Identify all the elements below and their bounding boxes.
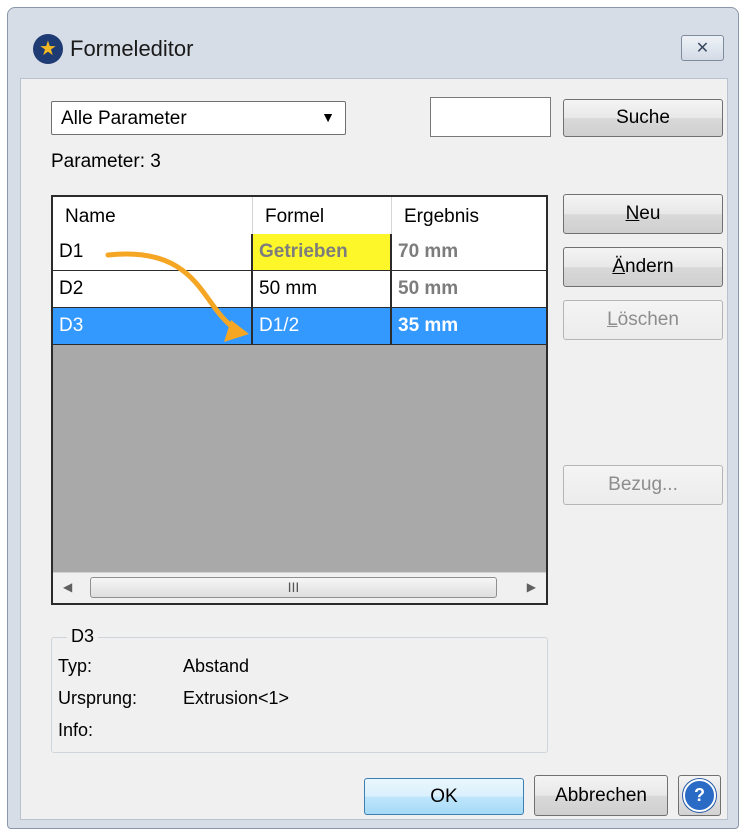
type-label: Typ: xyxy=(58,656,93,676)
parameter-count: Parameter: 3 xyxy=(51,151,161,172)
type-value: Abstand xyxy=(183,656,250,676)
change-button[interactable]: Ändern xyxy=(563,247,723,287)
close-button[interactable]: ✕ xyxy=(681,35,724,61)
search-input[interactable] xyxy=(430,97,551,137)
parameter-table: Name Formel Ergebnis D1 Getrieben 70 mm … xyxy=(51,195,548,605)
reference-button[interactable]: Bezug... xyxy=(563,465,723,505)
ok-button[interactable]: OK xyxy=(364,778,524,815)
new-accel: N xyxy=(625,203,640,224)
change-accel: Ä xyxy=(612,256,626,277)
title-bar: ★ Formeleditor ✕ xyxy=(8,8,738,78)
origin-value: Extrusion<1> xyxy=(183,688,290,708)
close-icon: ✕ xyxy=(695,40,710,57)
chevron-down-icon: ▼ xyxy=(321,109,335,125)
grip-icon: III xyxy=(287,579,300,595)
change-label: ndern xyxy=(625,256,674,277)
details-title: D3 xyxy=(67,626,99,647)
window-title: Formeleditor xyxy=(70,36,194,61)
annotation-arrow xyxy=(105,251,249,342)
parameter-details-group: D3 Typ: Abstand Ursprung: Extrusion<1> I… xyxy=(51,626,548,753)
parameter-filter-dropdown[interactable]: Alle Parameter ▼ xyxy=(51,101,346,135)
delete-accel: L xyxy=(607,309,618,330)
origin-label: Ursprung: xyxy=(58,688,138,708)
help-icon: ? xyxy=(683,779,716,812)
dialog-content: Alle Parameter ▼ Suche Parameter: 3 Name… xyxy=(20,78,728,820)
formel-editor-dialog: ★ Formeleditor ✕ Alle Parameter ▼ Suche … xyxy=(7,7,739,829)
info-label: Info: xyxy=(58,720,94,740)
help-button[interactable]: ? xyxy=(678,775,721,816)
app-star-icon: ★ xyxy=(33,34,63,64)
scroll-right-icon[interactable]: ▶ xyxy=(527,580,536,594)
new-label: eu xyxy=(639,203,661,224)
cancel-button[interactable]: Abbrechen xyxy=(534,775,668,816)
scroll-thumb[interactable]: III xyxy=(90,577,497,598)
search-button[interactable]: Suche xyxy=(563,99,723,137)
delete-button[interactable]: Löschen xyxy=(563,300,723,340)
delete-label: öschen xyxy=(617,309,679,330)
scroll-left-icon[interactable]: ◀ xyxy=(63,580,72,594)
parameter-filter-value: Alle Parameter xyxy=(61,108,187,129)
horizontal-scrollbar[interactable]: ◀ III ▶ xyxy=(53,572,546,603)
new-button[interactable]: Neu xyxy=(563,194,723,234)
